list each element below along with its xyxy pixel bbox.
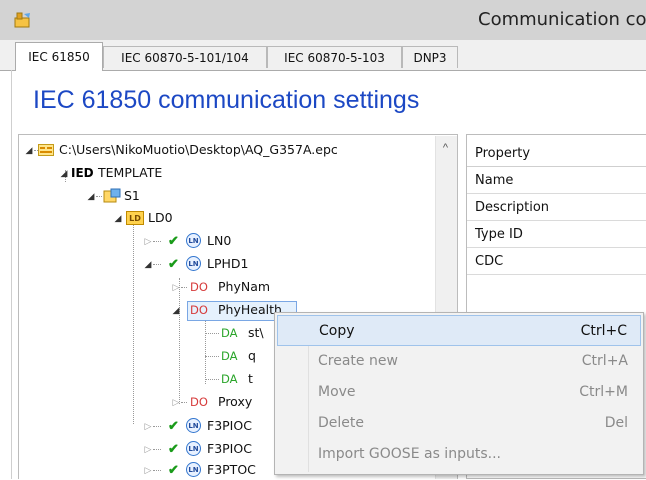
context-menu: Copy Ctrl+C Create new Ctrl+A Move Ctrl+…: [274, 312, 644, 475]
tab-iec61850[interactable]: IEC 61850: [15, 42, 103, 71]
logical-device-icon: LD: [126, 211, 144, 225]
tree-ln-node[interactable]: F3PTOC: [207, 460, 256, 480]
tree-server-node[interactable]: S1: [124, 186, 140, 206]
collapsed-arrow-icon[interactable]: ▷: [143, 439, 153, 459]
tree-ied-node[interactable]: TEMPLATE: [98, 163, 162, 183]
tab-iec60870-101-104[interactable]: IEC 60870-5-101/104: [103, 46, 267, 68]
property-row[interactable]: CDC: [467, 248, 646, 275]
data-attribute-icon: DA: [221, 372, 238, 386]
property-column-header[interactable]: Property: [467, 140, 646, 167]
expand-arrow-icon[interactable]: ◢: [59, 163, 69, 183]
tree-do-node[interactable]: PhyNam: [218, 277, 270, 297]
ied-icon: IED: [71, 166, 94, 180]
data-attribute-icon: DA: [221, 349, 238, 363]
checked-icon[interactable]: ✔: [168, 442, 180, 455]
property-row[interactable]: Type ID: [467, 221, 646, 248]
tree-da-node[interactable]: st\: [248, 323, 264, 343]
menu-item-create-new[interactable]: Create new Ctrl+A: [277, 346, 641, 377]
app-icon: [14, 12, 32, 28]
tree-ln-node[interactable]: F3PIOC: [207, 416, 252, 436]
page-title: IEC 61850 communication settings: [33, 86, 420, 114]
tree-line: [133, 224, 134, 424]
expand-arrow-icon[interactable]: ◢: [171, 300, 181, 320]
tree-ln-node[interactable]: LPHD1: [207, 254, 248, 274]
tree-line: [205, 318, 206, 384]
project-file-icon: [38, 143, 54, 157]
menu-item-import-goose[interactable]: Import GOOSE as inputs...: [277, 439, 641, 470]
logical-node-icon: LN: [186, 418, 201, 433]
tree-do-node[interactable]: Proxy: [218, 392, 252, 412]
tree-ln-node[interactable]: LN0: [207, 231, 231, 251]
collapsed-arrow-icon[interactable]: ▷: [171, 392, 181, 412]
tree-file-node[interactable]: C:\Users\NikoMuotio\Desktop\AQ_G357A.epc: [59, 140, 338, 160]
expand-arrow-icon[interactable]: ◢: [143, 254, 153, 274]
tree-do-node-selected[interactable]: PhyHealth: [218, 300, 282, 320]
window-title: Communication co: [478, 9, 646, 30]
logical-node-icon: LN: [186, 462, 201, 477]
scroll-up-icon[interactable]: ^: [435, 140, 456, 156]
data-object-icon: DO: [190, 303, 208, 317]
tab-dnp3[interactable]: DNP3: [402, 46, 458, 68]
property-row[interactable]: Name: [467, 167, 646, 194]
checked-icon[interactable]: ✔: [168, 463, 180, 476]
checked-icon[interactable]: ✔: [168, 257, 180, 270]
menu-item-delete[interactable]: Delete Del: [277, 408, 641, 439]
tree-da-node[interactable]: t: [248, 369, 253, 389]
logical-node-icon: LN: [186, 441, 201, 456]
tab-iec60870-103[interactable]: IEC 60870-5-103: [267, 46, 402, 68]
menu-item-move[interactable]: Move Ctrl+M: [277, 377, 641, 408]
logical-node-icon: LN: [186, 233, 201, 248]
menu-item-copy[interactable]: Copy Ctrl+C: [277, 315, 641, 346]
checked-icon[interactable]: ✔: [168, 419, 180, 432]
expand-arrow-icon[interactable]: ◢: [24, 140, 34, 160]
tree-da-node[interactable]: q: [248, 346, 256, 366]
data-object-icon: DO: [190, 280, 208, 294]
expand-arrow-icon[interactable]: ◢: [86, 186, 96, 206]
collapsed-arrow-icon[interactable]: ▷: [171, 277, 181, 297]
collapsed-arrow-icon[interactable]: ▷: [143, 460, 153, 480]
property-row[interactable]: Description: [467, 194, 646, 221]
server-icon: [103, 188, 121, 204]
panel-border: [11, 70, 12, 479]
collapsed-arrow-icon[interactable]: ▷: [143, 231, 153, 251]
logical-node-icon: LN: [186, 256, 201, 271]
tree-ld-node[interactable]: LD0: [148, 208, 173, 228]
data-object-icon: DO: [190, 395, 208, 409]
expand-arrow-icon[interactable]: ◢: [113, 208, 123, 228]
data-attribute-icon: DA: [221, 326, 238, 340]
tree-ln-node[interactable]: F3PIOC: [207, 439, 252, 459]
collapsed-arrow-icon[interactable]: ▷: [143, 416, 153, 436]
checked-icon[interactable]: ✔: [168, 234, 180, 247]
